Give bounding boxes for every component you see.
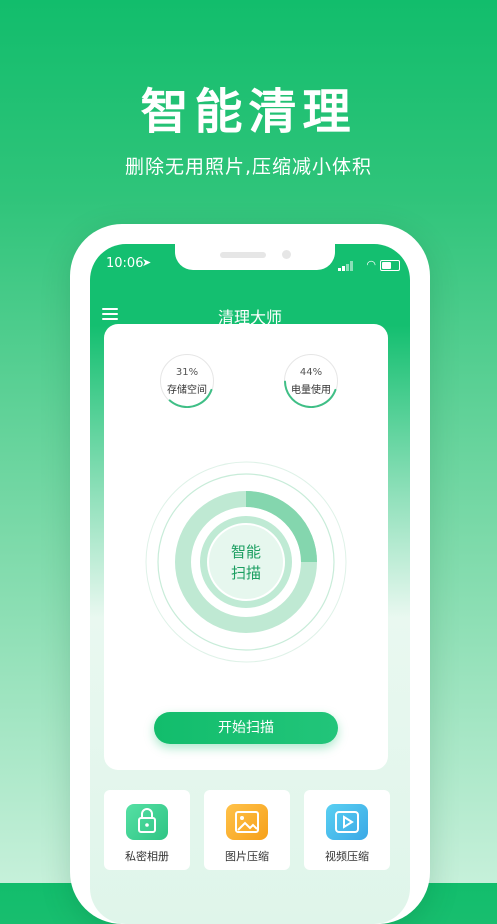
wifi-icon: ◠ <box>366 258 376 271</box>
speaker-grille <box>220 252 266 258</box>
hero-subtitle: 删除无用照片,压缩减小体积 <box>124 156 373 178</box>
scan-center-label-1: 智能 <box>231 543 261 561</box>
front-camera <box>282 250 291 259</box>
tile-label: 视频压缩 <box>325 850 369 863</box>
lock-icon <box>126 804 168 840</box>
location-arrow-icon: ➤ <box>142 256 152 269</box>
tile-label: 私密相册 <box>125 850 169 863</box>
start-scan-button[interactable]: 开始扫描 <box>154 712 338 744</box>
cellular-signal-icon <box>338 261 353 271</box>
play-icon <box>326 804 368 840</box>
battery-icon <box>380 260 400 271</box>
scan-card: 31% 存储空间 44% 电量使用 智能 扫描 开始扫描 <box>104 324 388 770</box>
tile-label: 图片压缩 <box>225 850 269 863</box>
status-time: 10:06 <box>106 256 144 271</box>
phone-frame: 10:06 ➤ ◠ 清理大师 31% 存储空间 44% 电量使用 智能 扫描 开… <box>70 224 430 924</box>
smart-scan-dial[interactable]: 智能 扫描 <box>144 460 348 664</box>
tile-video-compress[interactable]: 视频压缩 <box>304 790 390 870</box>
image-icon <box>226 804 268 840</box>
battery-label: 电量使用 <box>291 385 331 396</box>
tile-image-compress[interactable]: 图片压缩 <box>204 790 290 870</box>
battery-percent: 44% <box>299 367 323 378</box>
hero-title: 智能清理 <box>140 84 357 140</box>
scan-center-label-2: 扫描 <box>231 564 261 582</box>
phone-notch <box>175 244 335 270</box>
phone-screen: 10:06 ➤ ◠ 清理大师 31% 存储空间 44% 电量使用 智能 扫描 开… <box>90 244 410 924</box>
storage-label: 存储空间 <box>167 385 207 396</box>
tile-private-album[interactable]: 私密相册 <box>104 790 190 870</box>
battery-gauge: 44% 电量使用 <box>284 354 338 408</box>
storage-gauge: 31% 存储空间 <box>160 354 214 408</box>
storage-percent: 31% <box>175 367 199 378</box>
